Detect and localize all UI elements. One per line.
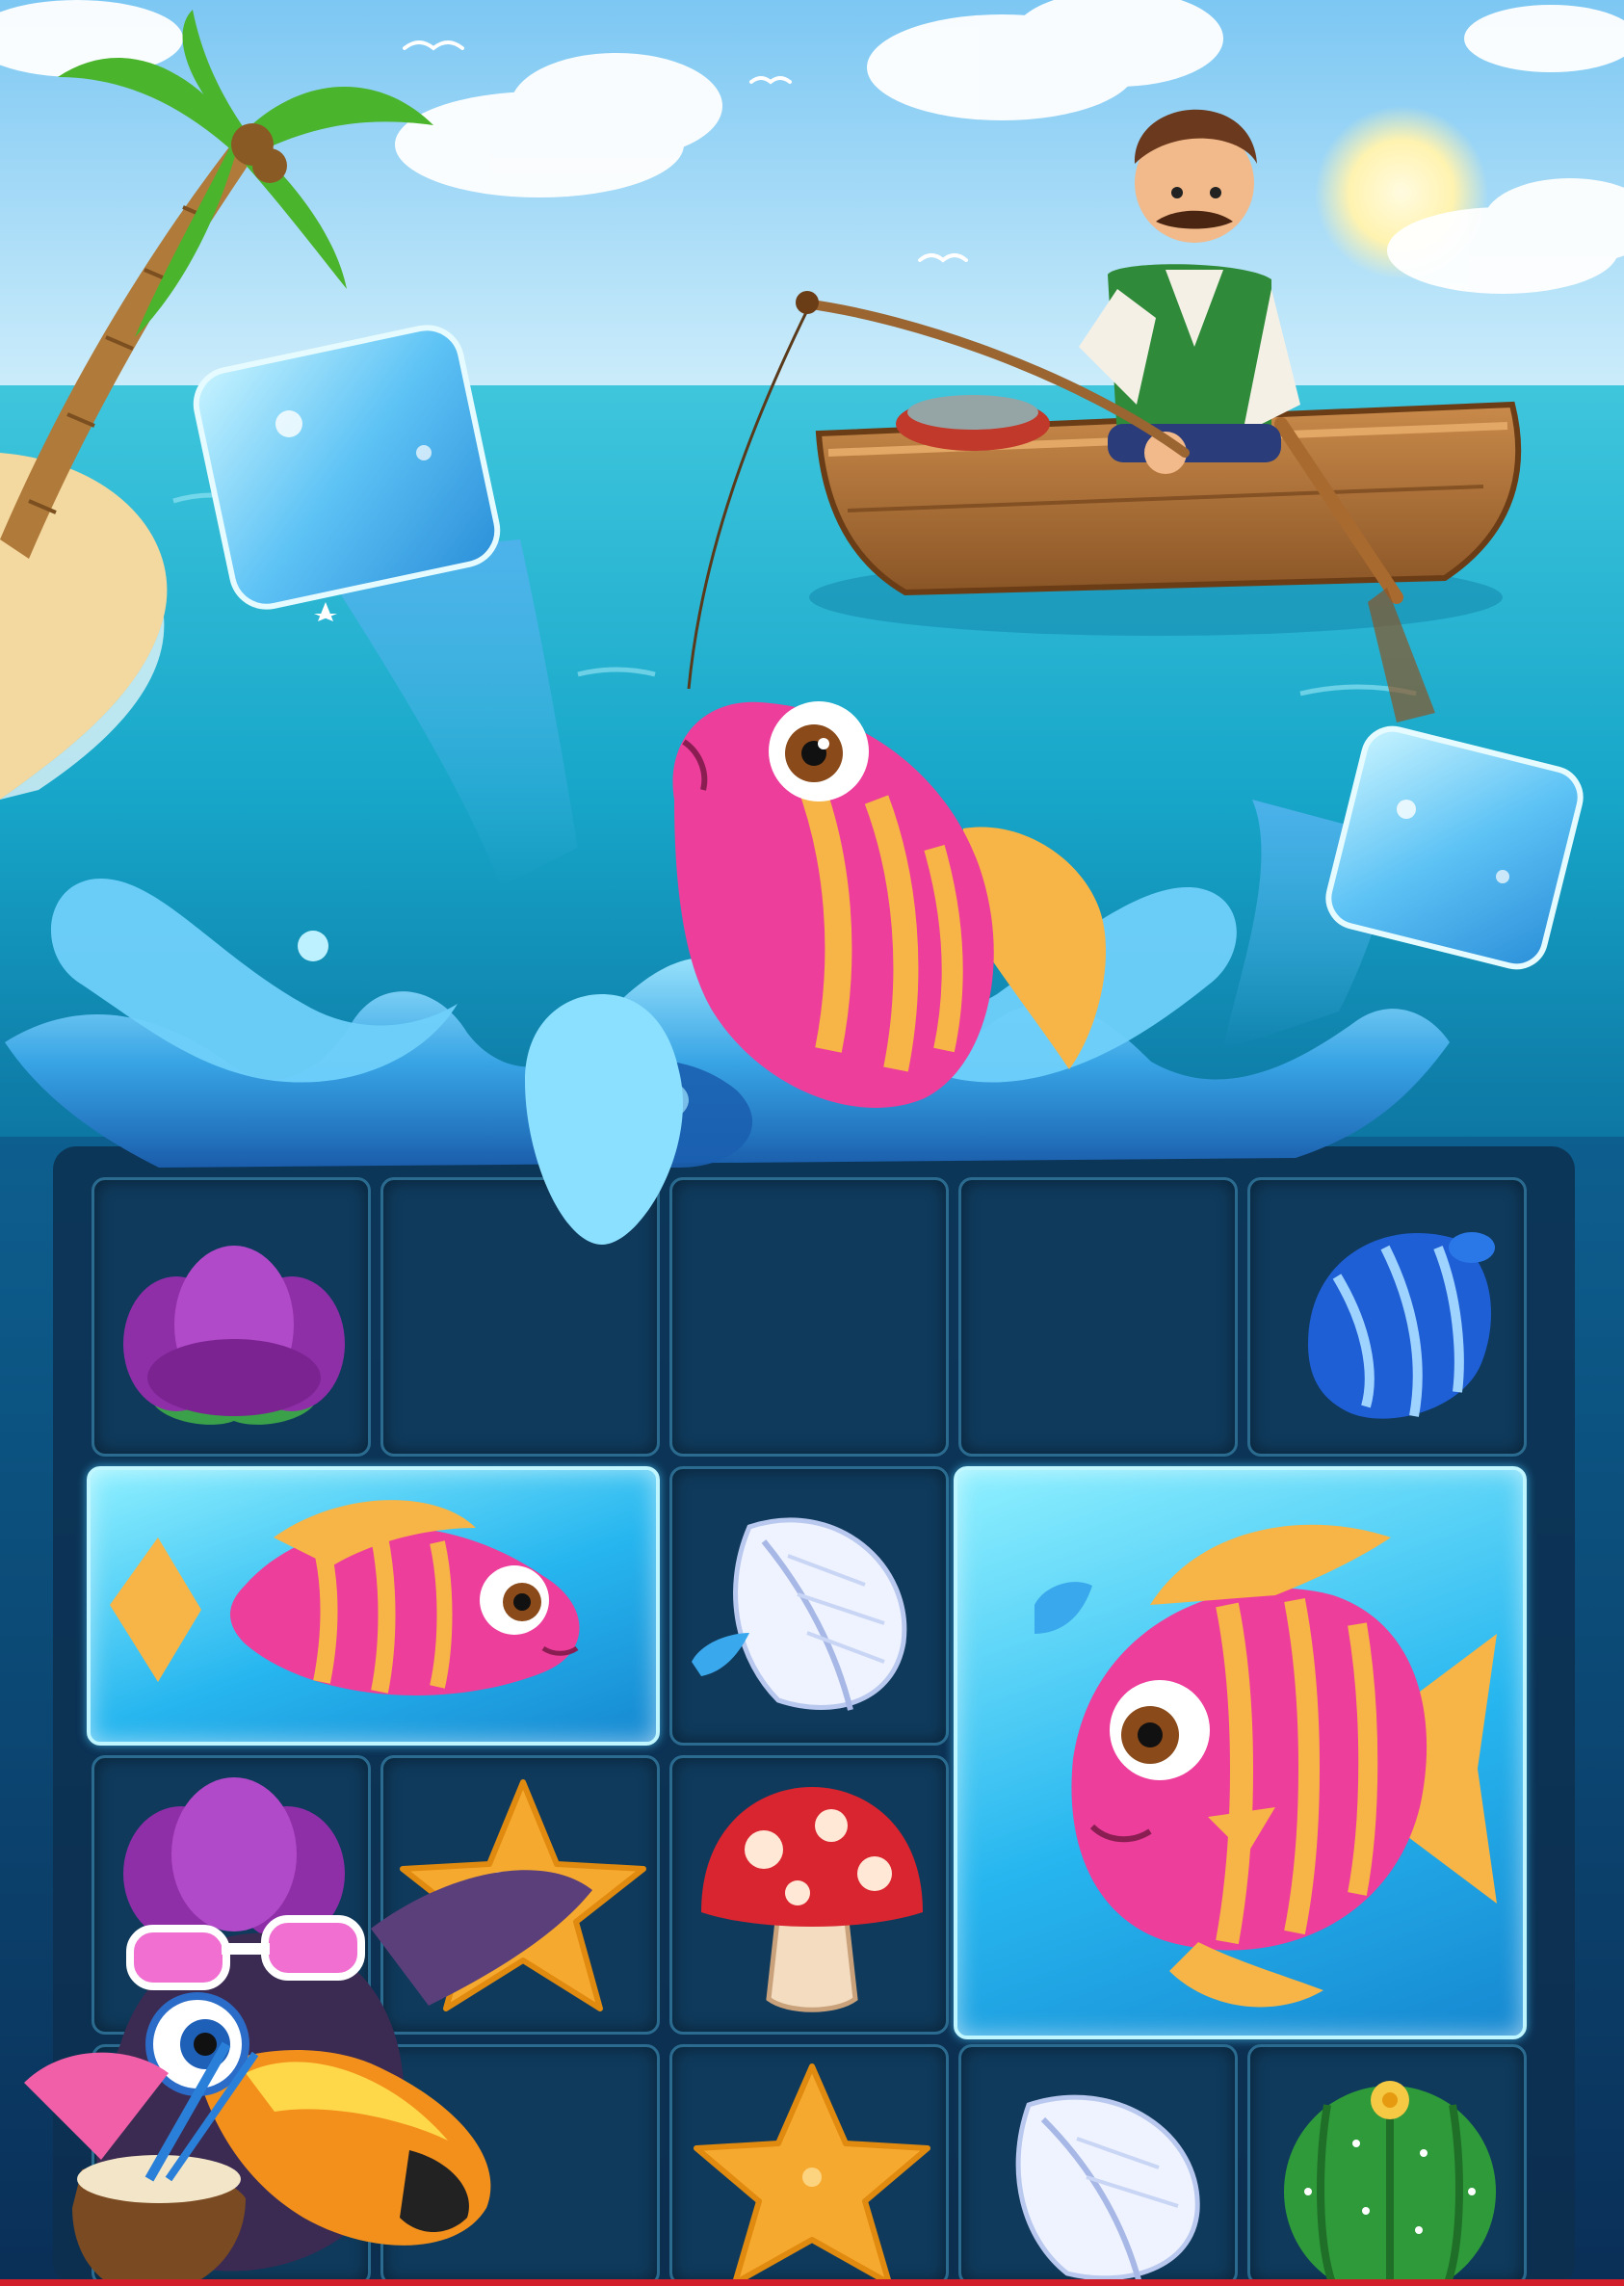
blue-shell-icon: [1308, 1232, 1495, 1419]
toucan-character: [24, 1870, 592, 2286]
game-scene: [0, 0, 1624, 2286]
board-tile[interactable]: [954, 1466, 1527, 2039]
match3-board: [5, 879, 1536, 2286]
board-tile[interactable]: [958, 2044, 1238, 2286]
board-tile[interactable]: [87, 1466, 660, 1746]
starfish-icon: [694, 2063, 930, 2286]
red-mushroom-icon: [701, 1787, 923, 2012]
white-feather-icon: [1015, 2094, 1200, 2284]
board-tile[interactable]: [669, 1755, 949, 2035]
board-tile[interactable]: [669, 1466, 949, 1746]
green-cactus-icon: [1284, 2081, 1496, 2286]
pink-fish-icon: [110, 1500, 580, 1695]
bottom-edge-strip: [0, 2279, 1624, 2286]
hooked-pink-fish: [672, 701, 1107, 1108]
board-tile[interactable]: [669, 2044, 949, 2286]
big-pink-fish-icon: [1035, 1524, 1497, 2008]
board-tile[interactable]: [1247, 2044, 1527, 2286]
board-tile[interactable]: [1247, 1177, 1527, 1457]
white-feather-icon: [692, 1517, 907, 1711]
